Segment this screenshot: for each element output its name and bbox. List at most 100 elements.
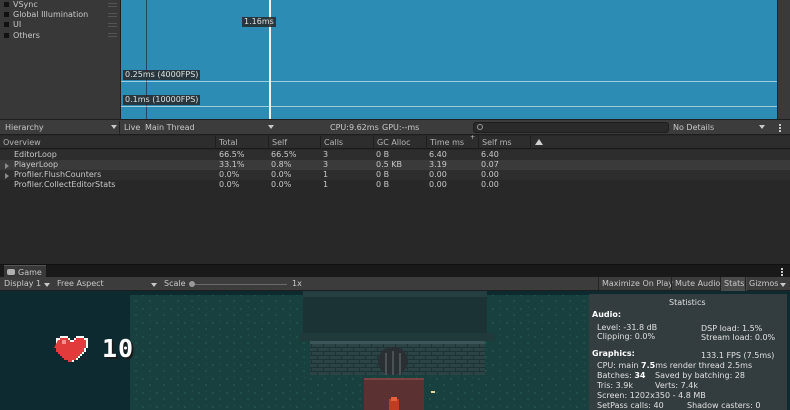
maximize-on-play-toggle[interactable]: Maximize On Play	[598, 277, 676, 291]
legend-toggle[interactable]	[4, 21, 9, 27]
row-calls: 1	[323, 180, 329, 189]
scale-slider-track[interactable]	[189, 284, 287, 285]
search-field[interactable]	[473, 122, 669, 133]
aspect-dropdown[interactable]: Free Aspect	[57, 277, 104, 291]
table-row[interactable]: Profiler.CollectEditorStats 0.0% 0.0% 1 …	[0, 180, 790, 190]
display-dropdown[interactable]: Display 1	[4, 277, 41, 291]
tris-stat: Tris: 3.9k	[597, 381, 633, 390]
cpu-stats: CPU: main 7.5ms render thread 2.5ms	[597, 361, 752, 371]
column-self[interactable]: Self	[268, 136, 320, 149]
batches-value: 34	[634, 371, 646, 380]
setpass-stat: SetPass calls: 40	[597, 401, 664, 410]
shadow-casters-stat: Shadow casters: 0	[687, 401, 761, 410]
legend-item-others[interactable]: Others	[4, 30, 40, 40]
row-total: 0.0%	[219, 170, 240, 179]
more-options-icon[interactable]	[781, 268, 783, 276]
legend-label: Global Illumination	[13, 9, 89, 19]
legend-toggle[interactable]	[4, 11, 9, 17]
profiler-chart-area: VSync Global Illumination UI Others 0.25…	[0, 0, 790, 119]
row-name: EditorLoop	[14, 150, 57, 159]
chevron-down-icon[interactable]	[780, 283, 786, 287]
audio-clipping: Clipping: 0.0%	[597, 332, 656, 341]
expand-arrow-icon[interactable]	[5, 163, 9, 169]
guide-label-4000fps: 0.25ms (4000FPS)	[123, 70, 201, 80]
search-input[interactable]	[486, 123, 666, 132]
row-gc-alloc: 0 B	[376, 150, 390, 159]
scale-slider-thumb[interactable]	[189, 281, 195, 287]
row-time-ms: 3.19	[429, 160, 447, 169]
row-gc-alloc: 0 B	[376, 170, 390, 179]
guide-label-10000fps: 0.1ms (10000FPS)	[123, 95, 201, 105]
guide-line-10000fps	[121, 106, 777, 107]
row-total: 33.1%	[219, 160, 245, 169]
gpu-time: GPU:--ms	[382, 123, 420, 132]
mute-audio-toggle[interactable]: Mute Audio	[671, 277, 723, 291]
fps-readout: 133.1 FPS (7.5ms)	[701, 351, 775, 360]
row-gc-alloc: 0.5 KB	[376, 160, 402, 169]
game-toolbar: Display 1 Free Aspect Scale 1x Maximize …	[0, 277, 790, 291]
saved-batching-stat: Saved by batching: 28	[655, 371, 745, 380]
divider	[119, 121, 120, 134]
screen-stat: Screen: 1202x350 - 4.8 MB	[597, 391, 706, 400]
row-total: 0.0%	[219, 180, 240, 189]
expand-arrow-icon[interactable]	[5, 173, 9, 179]
details-dropdown[interactable]: No Details	[673, 120, 714, 135]
stats-title: Statistics	[669, 298, 706, 307]
legend-item-ui[interactable]: UI	[4, 19, 21, 29]
selected-frame-label: 1.16ms	[242, 17, 276, 27]
chevron-down-icon[interactable]	[759, 125, 765, 129]
scale-value: 1x	[292, 279, 302, 288]
row-time-ms: 6.40	[429, 150, 447, 159]
tab-label: Game	[18, 267, 42, 277]
column-gc-alloc[interactable]: GC Alloc	[373, 136, 426, 149]
stats-toggle[interactable]: Stats	[720, 277, 748, 291]
thread-dropdown[interactable]: Main Thread	[145, 120, 195, 135]
drag-handle-icon[interactable]	[108, 13, 117, 17]
chevron-down-icon[interactable]	[44, 283, 50, 287]
hierarchy-table: EditorLoop 66.5% 66.5% 3 0 B 6.40 6.40 P…	[0, 150, 790, 264]
drag-handle-icon[interactable]	[108, 33, 117, 37]
row-self-ms: 0.00	[481, 180, 499, 189]
row-name: Profiler.CollectEditorStats	[14, 180, 116, 189]
row-calls: 3	[323, 150, 329, 159]
table-row[interactable]: EditorLoop 66.5% 66.5% 3 0 B 6.40 6.40	[0, 150, 790, 160]
legend-label: Others	[13, 30, 40, 40]
row-self: 66.5%	[271, 150, 297, 159]
search-icon	[477, 124, 483, 130]
statistics-panel: Statistics Audio: Level: -31.8 dB Clippi…	[589, 294, 787, 410]
drag-handle-icon[interactable]	[108, 3, 117, 7]
cpu-prefix: CPU: main	[597, 361, 642, 370]
score-counter: 10	[102, 334, 135, 363]
column-total[interactable]: Total	[215, 136, 268, 149]
column-overview[interactable]: Overview	[0, 136, 215, 149]
audio-heading: Audio:	[592, 310, 622, 319]
chart-legend: VSync Global Illumination UI Others	[0, 0, 121, 119]
drag-handle-icon[interactable]	[108, 23, 117, 27]
view-mode-dropdown[interactable]: Hierarchy	[5, 120, 44, 135]
chevron-down-icon[interactable]	[151, 283, 157, 287]
row-self-ms: 6.40	[481, 150, 499, 159]
row-self: 0.8%	[271, 160, 292, 169]
more-options-icon[interactable]	[779, 124, 781, 132]
live-toggle[interactable]: Live	[124, 120, 140, 135]
legend-toggle[interactable]	[4, 32, 9, 38]
chevron-down-icon[interactable]	[111, 125, 117, 129]
warning-triangle-icon[interactable]	[535, 139, 543, 145]
legend-item-vsync[interactable]: VSync	[4, 0, 38, 9]
legend-item-global-illumination[interactable]: Global Illumination	[4, 9, 88, 19]
gamepad-icon	[7, 269, 15, 275]
batches-stat: Batches: 34	[597, 371, 645, 381]
table-row[interactable]: Profiler.FlushCounters 0.0% 0.0% 1 0 B 0…	[0, 170, 790, 180]
gizmos-dropdown[interactable]: Gizmos	[745, 277, 781, 291]
chevron-down-icon[interactable]	[268, 125, 274, 129]
batches-prefix: Batches:	[597, 371, 635, 380]
table-row[interactable]: PlayerLoop 33.1% 0.8% 3 0.5 KB 3.19 0.07	[0, 160, 790, 170]
chart-scrollbar[interactable]	[777, 0, 790, 119]
column-self-ms[interactable]: Self ms	[478, 136, 530, 149]
scale-label: Scale	[164, 279, 186, 288]
legend-toggle[interactable]	[4, 1, 9, 7]
column-calls[interactable]: Calls	[320, 136, 373, 149]
row-calls: 1	[323, 170, 329, 179]
row-gc-alloc: 0 B	[376, 180, 390, 189]
cpu-usage-graph[interactable]: 0.25ms (4000FPS) 0.1ms (10000FPS) 1.16ms	[121, 0, 777, 119]
